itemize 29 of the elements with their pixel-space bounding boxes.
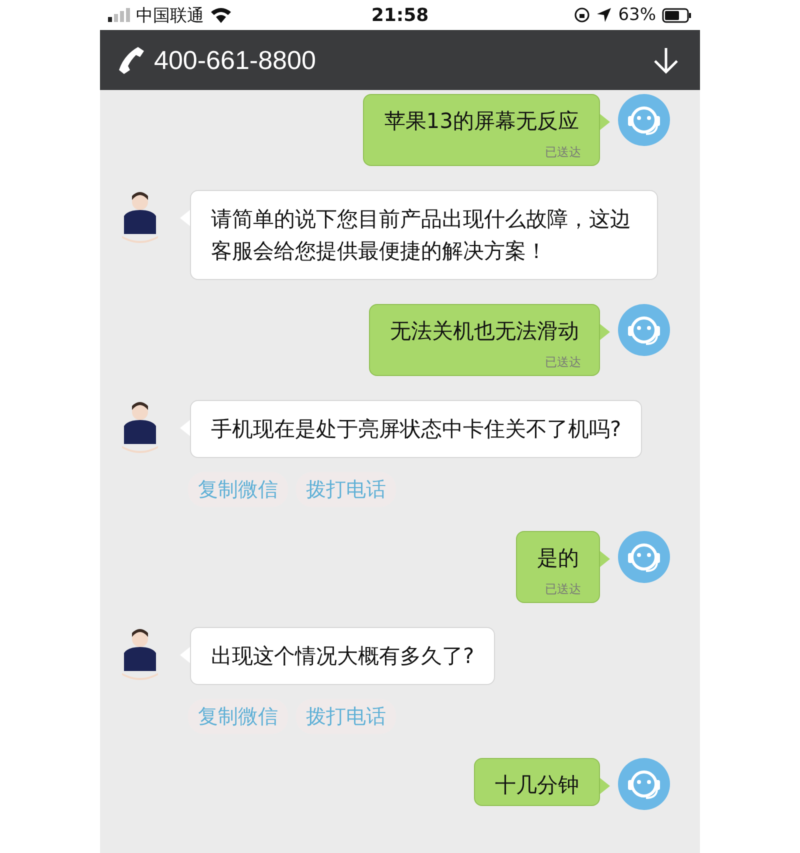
message-text: 请简单的说下您目前产品出现什么故障，这边客服会给您提供最便捷的解决方案！ (210, 206, 632, 265)
headset-avatar-icon (618, 531, 670, 583)
clock: 21:58 (371, 4, 429, 26)
quick-action-button[interactable]: 复制微信 (188, 699, 288, 734)
phone-number[interactable]: 400-661-8800 (154, 44, 316, 76)
rotation-lock-icon (574, 7, 590, 23)
message-text: 无法关机也无法滑动 (389, 318, 580, 345)
wifi-icon (210, 7, 232, 23)
message-text: 是的 (536, 545, 580, 572)
signal-icon (108, 8, 130, 22)
delivery-status: 已送达 (545, 144, 581, 161)
carrier-name: 中国联通 (136, 4, 204, 26)
headset-avatar-icon (618, 94, 670, 146)
down-arrow-icon[interactable] (652, 46, 680, 74)
location-arrow-icon (596, 7, 612, 23)
headset-avatar-icon (618, 758, 670, 810)
delivery-status: 已送达 (545, 354, 581, 371)
phone-icon (116, 45, 146, 75)
quick-action-button[interactable]: 复制微信 (188, 472, 288, 507)
quick-action-button[interactable]: 拨打电话 (296, 699, 396, 734)
message-text: 手机现在是处于亮屏状态中卡住关不了机吗? (210, 416, 622, 443)
message-text: 出现这个情况大概有多久了? (210, 643, 476, 670)
message-text: 十几分钟 (494, 772, 580, 799)
message-text: 苹果13的屏幕无反应 (383, 108, 580, 135)
battery-icon (662, 8, 692, 22)
quick-action-button[interactable]: 拨打电话 (296, 472, 396, 507)
battery-percent: 63% (618, 5, 656, 25)
delivery-status: 已送达 (545, 581, 581, 598)
headset-avatar-icon (618, 304, 670, 356)
